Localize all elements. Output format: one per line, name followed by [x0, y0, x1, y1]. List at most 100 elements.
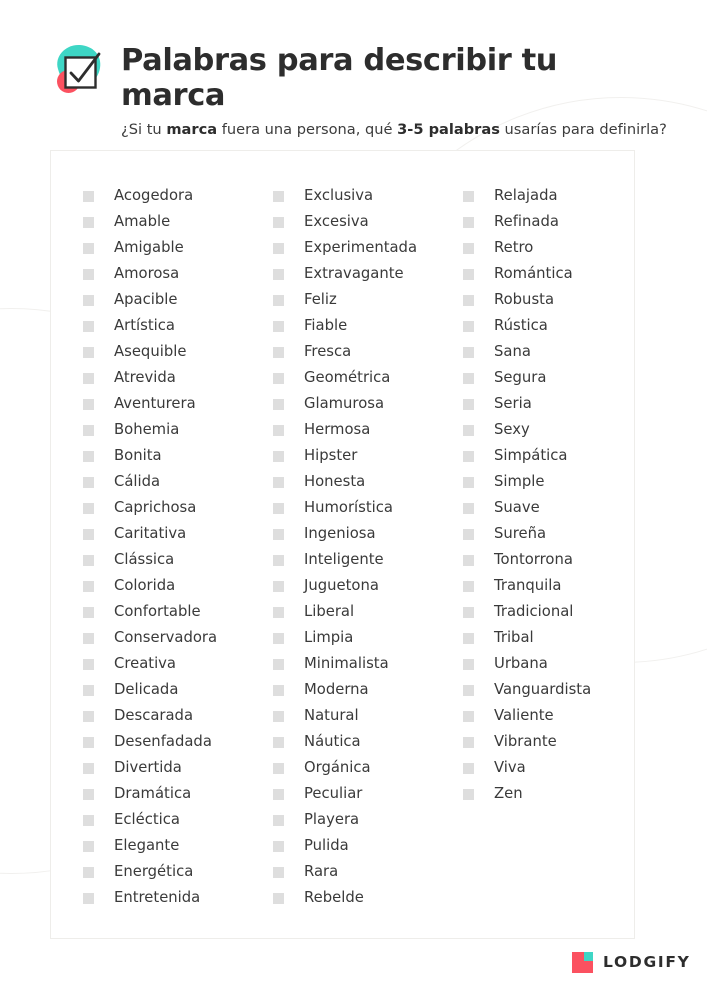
- word-row[interactable]: Náutica: [273, 729, 463, 755]
- checkbox-icon[interactable]: [463, 528, 474, 540]
- word-row[interactable]: Creativa: [83, 651, 273, 677]
- word-row[interactable]: Delicada: [83, 677, 273, 703]
- checkbox-icon[interactable]: [273, 580, 284, 592]
- checkbox-icon[interactable]: [273, 502, 284, 514]
- checkbox-icon[interactable]: [83, 346, 94, 358]
- checkbox-icon[interactable]: [83, 814, 94, 826]
- checkbox-icon[interactable]: [273, 294, 284, 306]
- word-row[interactable]: Apacible: [83, 287, 273, 313]
- checkbox-icon[interactable]: [463, 554, 474, 566]
- word-row[interactable]: Simple: [463, 469, 653, 495]
- checkbox-icon[interactable]: [463, 710, 474, 722]
- checkbox-icon[interactable]: [273, 346, 284, 358]
- word-row[interactable]: Caritativa: [83, 521, 273, 547]
- word-row[interactable]: Valiente: [463, 703, 653, 729]
- word-row[interactable]: Confortable: [83, 599, 273, 625]
- checkbox-icon[interactable]: [83, 684, 94, 696]
- word-row[interactable]: Hermosa: [273, 417, 463, 443]
- checkbox-icon[interactable]: [83, 736, 94, 748]
- checkbox-icon[interactable]: [83, 398, 94, 410]
- word-row[interactable]: Retro: [463, 235, 653, 261]
- checkbox-icon[interactable]: [83, 892, 94, 904]
- checkbox-icon[interactable]: [273, 684, 284, 696]
- checkbox-icon[interactable]: [463, 502, 474, 514]
- word-row[interactable]: Ecléctica: [83, 807, 273, 833]
- word-row[interactable]: Dramática: [83, 781, 273, 807]
- checkbox-icon[interactable]: [273, 892, 284, 904]
- word-row[interactable]: Tradicional: [463, 599, 653, 625]
- checkbox-icon[interactable]: [463, 736, 474, 748]
- word-row[interactable]: Exclusiva: [273, 183, 463, 209]
- word-row[interactable]: Honesta: [273, 469, 463, 495]
- word-row[interactable]: Sexy: [463, 417, 653, 443]
- word-row[interactable]: Artística: [83, 313, 273, 339]
- word-row[interactable]: Conservadora: [83, 625, 273, 651]
- word-row[interactable]: Amable: [83, 209, 273, 235]
- word-row[interactable]: Viva: [463, 755, 653, 781]
- checkbox-icon[interactable]: [463, 580, 474, 592]
- checkbox-icon[interactable]: [273, 320, 284, 332]
- checkbox-icon[interactable]: [83, 190, 94, 202]
- checkbox-icon[interactable]: [463, 320, 474, 332]
- checkbox-icon[interactable]: [273, 814, 284, 826]
- checkbox-icon[interactable]: [463, 450, 474, 462]
- word-row[interactable]: Fiable: [273, 313, 463, 339]
- checkbox-icon[interactable]: [463, 632, 474, 644]
- checkbox-icon[interactable]: [83, 658, 94, 670]
- checkbox-icon[interactable]: [273, 190, 284, 202]
- word-row[interactable]: Liberal: [273, 599, 463, 625]
- word-row[interactable]: Caprichosa: [83, 495, 273, 521]
- checkbox-icon[interactable]: [83, 242, 94, 254]
- word-row[interactable]: Zen: [463, 781, 653, 807]
- checkbox-icon[interactable]: [273, 216, 284, 228]
- word-row[interactable]: Cálida: [83, 469, 273, 495]
- checkbox-icon[interactable]: [463, 476, 474, 488]
- word-row[interactable]: Entretenida: [83, 885, 273, 911]
- word-row[interactable]: Pulida: [273, 833, 463, 859]
- checkbox-icon[interactable]: [463, 684, 474, 696]
- checkbox-icon[interactable]: [273, 242, 284, 254]
- checkbox-icon[interactable]: [83, 216, 94, 228]
- checkbox-icon[interactable]: [83, 866, 94, 878]
- word-row[interactable]: Fresca: [273, 339, 463, 365]
- word-row[interactable]: Bonita: [83, 443, 273, 469]
- word-row[interactable]: Seria: [463, 391, 653, 417]
- checkbox-icon[interactable]: [83, 476, 94, 488]
- checkbox-icon[interactable]: [83, 502, 94, 514]
- word-row[interactable]: Extravagante: [273, 261, 463, 287]
- word-row[interactable]: Rebelde: [273, 885, 463, 911]
- checkbox-icon[interactable]: [463, 762, 474, 774]
- checkbox-icon[interactable]: [273, 788, 284, 800]
- checkbox-icon[interactable]: [83, 762, 94, 774]
- word-row[interactable]: Hipster: [273, 443, 463, 469]
- word-row[interactable]: Natural: [273, 703, 463, 729]
- word-row[interactable]: Relajada: [463, 183, 653, 209]
- checkbox-icon[interactable]: [273, 528, 284, 540]
- checkbox-icon[interactable]: [83, 294, 94, 306]
- checkbox-icon[interactable]: [273, 658, 284, 670]
- word-row[interactable]: Tribal: [463, 625, 653, 651]
- word-row[interactable]: Minimalista: [273, 651, 463, 677]
- checkbox-icon[interactable]: [83, 424, 94, 436]
- word-row[interactable]: Amigable: [83, 235, 273, 261]
- word-row[interactable]: Experimentada: [273, 235, 463, 261]
- word-row[interactable]: Limpia: [273, 625, 463, 651]
- word-row[interactable]: Feliz: [273, 287, 463, 313]
- checkbox-icon[interactable]: [83, 268, 94, 280]
- checkbox-icon[interactable]: [83, 554, 94, 566]
- checkbox-icon[interactable]: [273, 840, 284, 852]
- checkbox-icon[interactable]: [83, 528, 94, 540]
- word-row[interactable]: Asequible: [83, 339, 273, 365]
- checkbox-icon[interactable]: [83, 320, 94, 332]
- checkbox-icon[interactable]: [273, 710, 284, 722]
- checkbox-icon[interactable]: [273, 866, 284, 878]
- word-row[interactable]: Tontorrona: [463, 547, 653, 573]
- word-row[interactable]: Clássica: [83, 547, 273, 573]
- word-row[interactable]: Atrevida: [83, 365, 273, 391]
- checkbox-icon[interactable]: [273, 606, 284, 618]
- word-row[interactable]: Urbana: [463, 651, 653, 677]
- word-row[interactable]: Humorística: [273, 495, 463, 521]
- checkbox-icon[interactable]: [273, 398, 284, 410]
- word-row[interactable]: Ingeniosa: [273, 521, 463, 547]
- word-row[interactable]: Geométrica: [273, 365, 463, 391]
